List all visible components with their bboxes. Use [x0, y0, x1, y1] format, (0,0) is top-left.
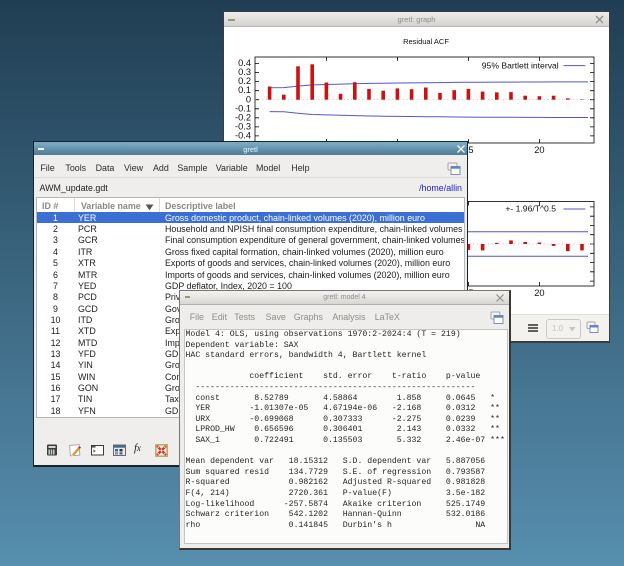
- svg-text:20: 20: [534, 145, 544, 155]
- svg-text:95% Bartlett interval: 95% Bartlett interval: [482, 60, 559, 70]
- svg-text:+- 1.96/T^0.5: +- 1.96/T^0.5: [505, 204, 556, 214]
- svg-text:Residual ACF: Residual ACF: [403, 37, 449, 46]
- svg-text:20: 20: [534, 288, 544, 298]
- svg-text:-0.4: -0.4: [235, 131, 251, 141]
